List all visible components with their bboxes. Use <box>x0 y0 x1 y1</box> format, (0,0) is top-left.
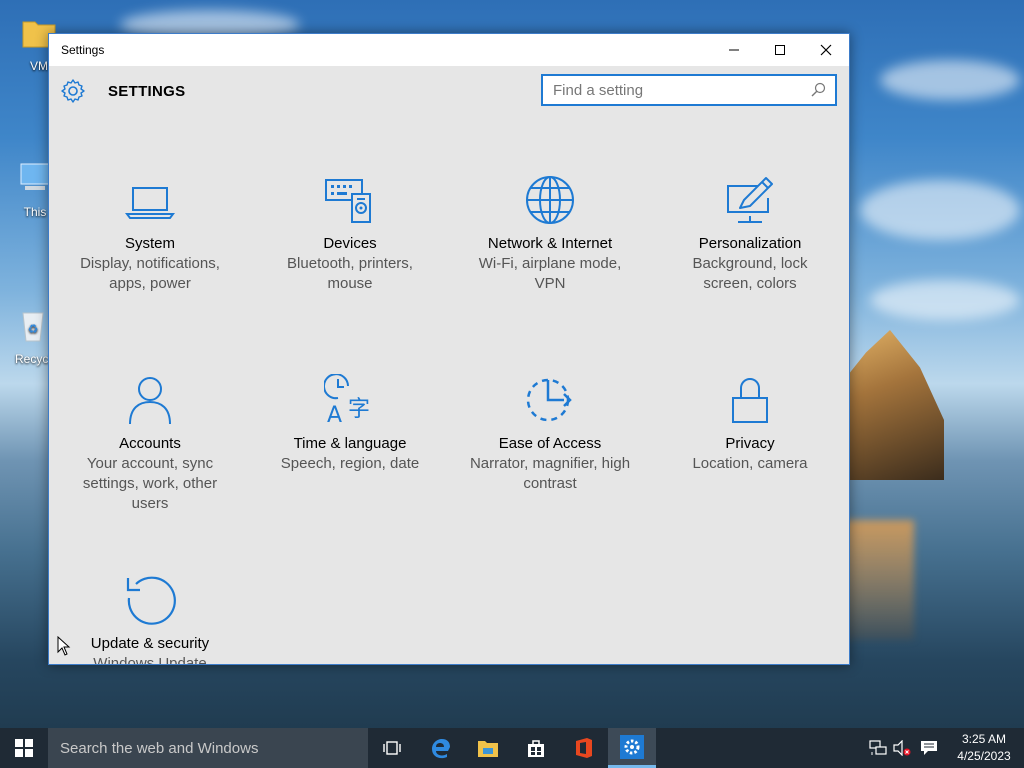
taskbar-store[interactable] <box>512 728 560 768</box>
store-icon <box>528 740 544 757</box>
mouse-cursor-icon <box>57 636 71 656</box>
task-view-icon <box>383 741 401 755</box>
settings-header: SETTINGS <box>49 66 849 116</box>
taskbar-office[interactable] <box>560 728 608 768</box>
cloud <box>860 180 1020 240</box>
category-name: System <box>124 235 175 252</box>
category-desc: Location, camera <box>692 455 808 472</box>
devices-icon <box>325 179 371 223</box>
category-personalization[interactable]: Personalization Background, lock screen,… <box>650 174 849 294</box>
category-desc: Speech, region, date <box>280 455 420 472</box>
title-bar[interactable]: Settings <box>49 34 849 66</box>
volume-tray-button[interactable] <box>890 728 914 768</box>
category-accounts[interactable]: Accounts Your account, sync settings, wo… <box>50 374 250 514</box>
action-center-button[interactable] <box>914 728 944 768</box>
taskbar-file-explorer[interactable] <box>464 728 512 768</box>
category-desc: Display, notifications, apps, power <box>80 255 220 292</box>
task-view-button[interactable] <box>368 728 416 768</box>
category-name: Accounts <box>119 435 181 452</box>
taskbar: Search the web and Windows 3:25 AM 4/25/… <box>0 728 1024 768</box>
recycle-bin-icon: ♻ <box>22 312 44 342</box>
category-name: Time & language <box>293 435 407 452</box>
find-setting-search[interactable] <box>541 74 837 106</box>
office-icon <box>576 738 592 758</box>
search-input[interactable] <box>543 76 809 104</box>
cloud <box>870 280 1020 320</box>
close-icon <box>820 44 832 56</box>
category-desc: Wi-Fi, airplane mode, VPN <box>478 255 622 292</box>
paintbrush-icon <box>727 177 773 223</box>
category-desc: Bluetooth, printers, mouse <box>287 255 413 292</box>
minimize-button[interactable] <box>711 34 757 66</box>
category-update-security[interactable]: Update & security Windows Update <box>50 574 250 665</box>
category-desc: Background, lock screen, colors <box>692 255 808 292</box>
category-name: Network & Internet <box>487 235 613 252</box>
network-icon <box>869 740 887 755</box>
notification-icon <box>921 741 937 755</box>
time-language-icon: A 字 <box>324 374 370 426</box>
gear-icon <box>620 734 644 759</box>
person-icon <box>129 377 171 425</box>
maximize-button[interactable] <box>757 34 803 66</box>
window-title: Settings <box>61 43 105 57</box>
windows-logo-icon <box>15 739 33 757</box>
clock-time: 3:25 AM <box>961 732 1007 746</box>
globe-icon <box>526 176 574 224</box>
category-network-internet[interactable]: Network & Internet Wi-Fi, airplane mode,… <box>450 174 650 294</box>
wallpaper-reflection <box>844 520 914 640</box>
category-devices[interactable]: Devices Bluetooth, printers, mouse <box>250 174 450 294</box>
ease-of-access-icon <box>526 378 572 422</box>
category-desc: Narrator, magnifier, high contrast <box>469 455 631 492</box>
category-time-language[interactable]: A 字 Time & language Speech, region, date <box>250 374 450 474</box>
svg-text:♻: ♻ <box>28 322 39 336</box>
system-tray: 3:25 AM 4/25/2023 <box>866 728 1024 768</box>
cloud <box>880 60 1020 100</box>
network-tray-button[interactable] <box>866 728 890 768</box>
taskbar-edge[interactable] <box>416 728 464 768</box>
settings-window: Settings SETTINGS Find a setting System … <box>48 33 850 665</box>
folder-icon <box>478 741 498 757</box>
svg-text:字: 字 <box>348 397 370 422</box>
lock-icon <box>732 378 768 423</box>
taskbar-clock[interactable]: 3:25 AM 4/25/2023 <box>944 731 1024 765</box>
svg-text:A: A <box>327 403 342 426</box>
category-desc: Windows Update <box>93 655 207 665</box>
close-button[interactable] <box>803 34 849 66</box>
category-system[interactable]: System Display, notifications, apps, pow… <box>50 174 250 294</box>
start-button[interactable] <box>0 728 48 768</box>
category-name: Privacy <box>725 435 775 452</box>
gear-icon <box>61 79 85 103</box>
edge-icon <box>432 739 450 759</box>
category-name: Devices <box>323 235 377 252</box>
category-desc: Your account, sync settings, work, other… <box>82 455 218 512</box>
category-ease-of-access[interactable]: Ease of Access Narrator, magnifier, high… <box>450 374 650 494</box>
search-icon[interactable] <box>809 80 829 100</box>
laptop-icon <box>125 187 175 219</box>
category-privacy[interactable]: Privacy Location, camera <box>650 374 849 474</box>
refresh-icon <box>126 576 176 625</box>
minimize-icon <box>729 49 739 51</box>
clock-date: 4/25/2023 <box>957 749 1011 763</box>
volume-muted-icon <box>893 740 911 756</box>
taskbar-search-box[interactable]: Search the web and Windows <box>48 728 368 768</box>
page-title: SETTINGS <box>108 82 186 100</box>
category-name: Update & security <box>90 635 210 652</box>
category-name: Ease of Access <box>498 435 602 452</box>
taskbar-settings[interactable] <box>608 728 656 768</box>
category-name: Personalization <box>698 235 802 252</box>
maximize-icon <box>775 45 785 55</box>
